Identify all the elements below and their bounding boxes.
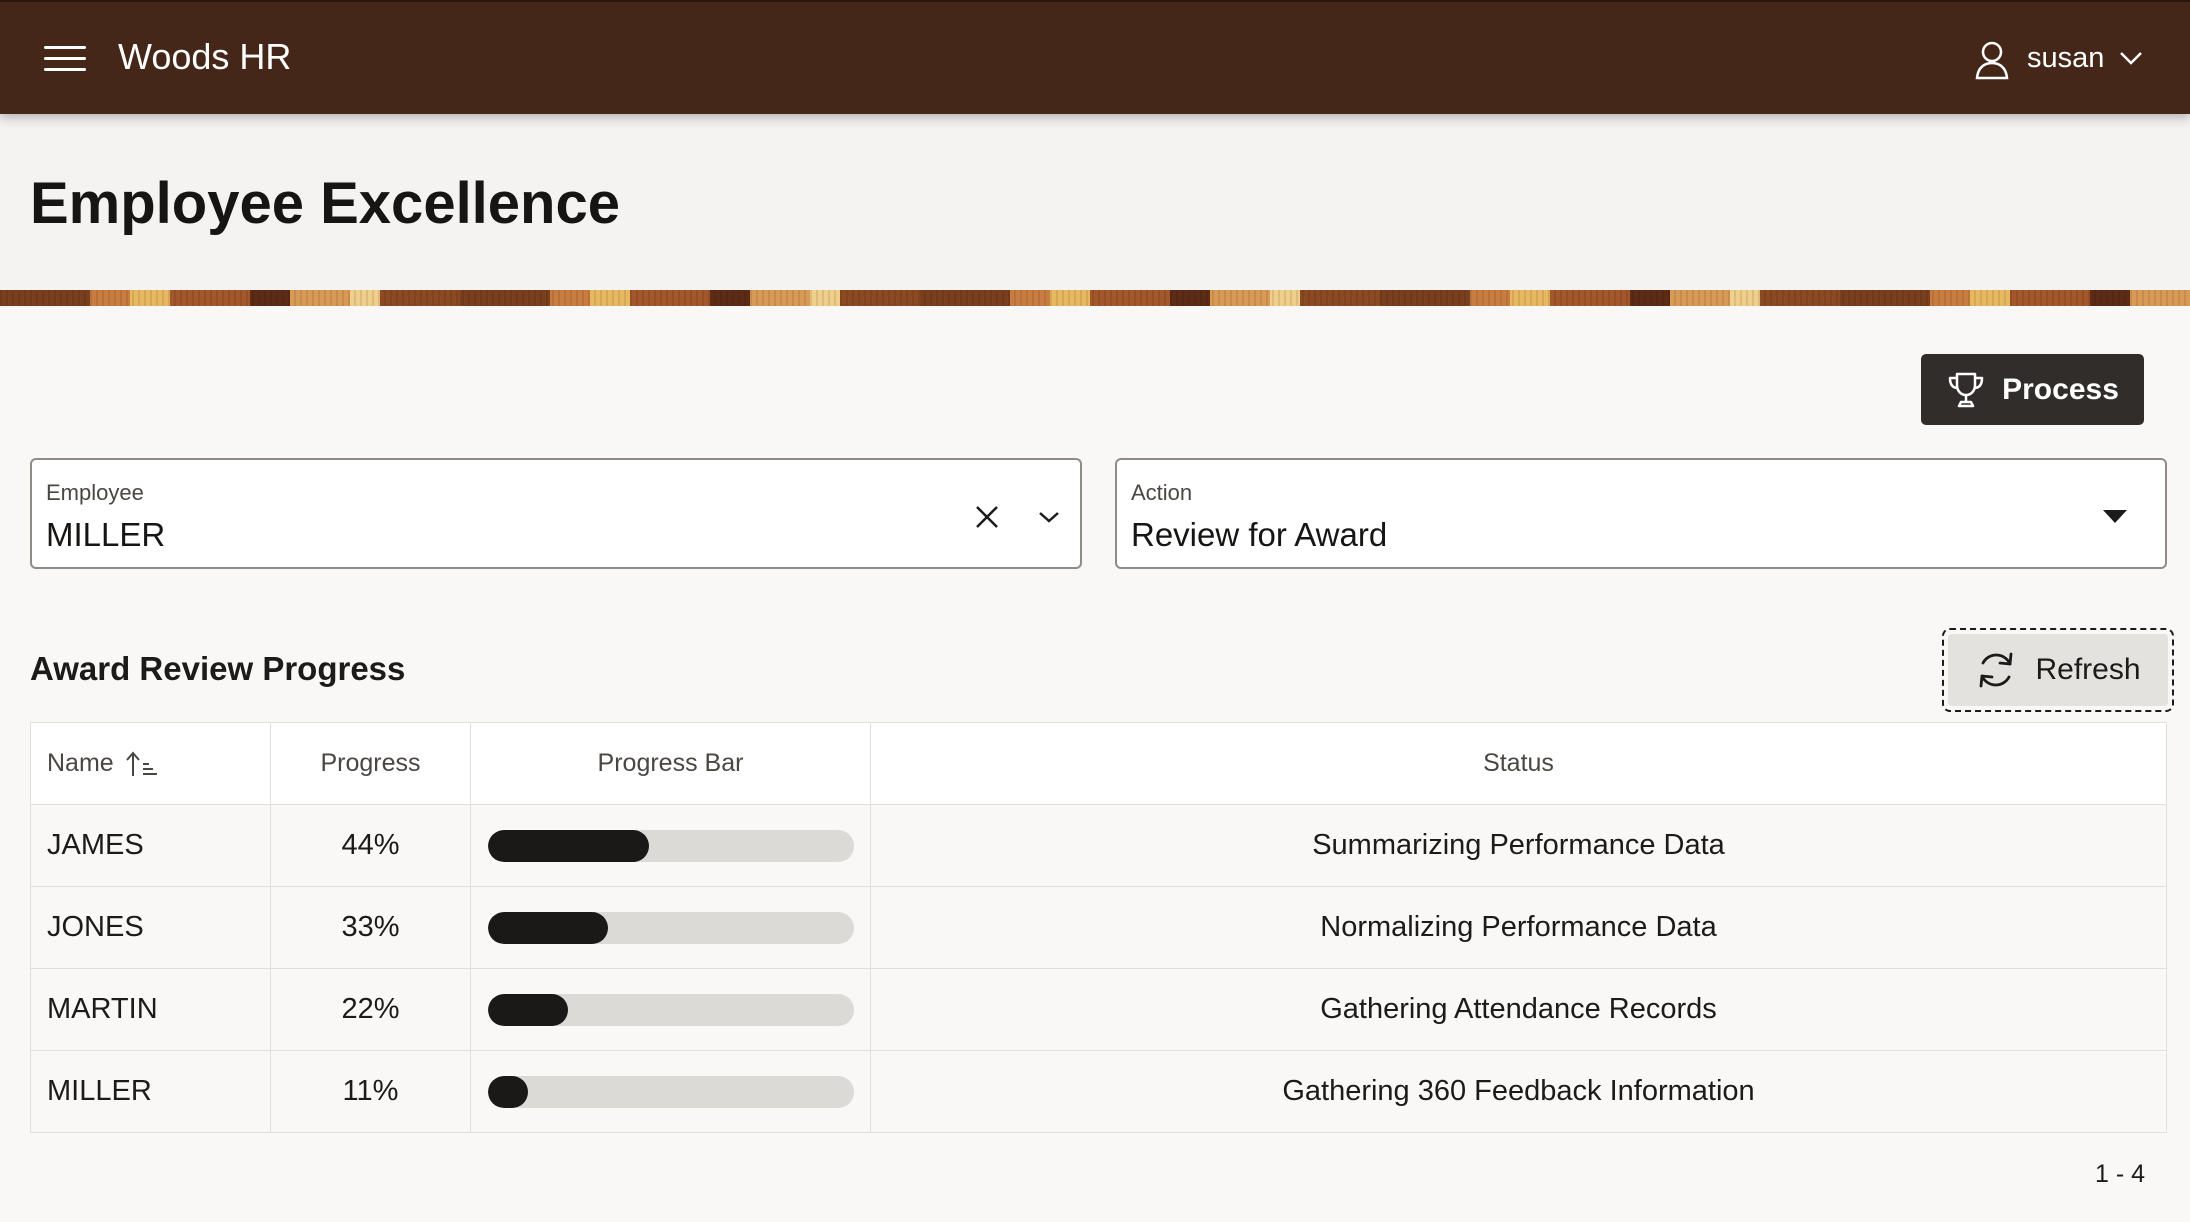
column-header-progress[interactable]: Progress	[270, 722, 471, 805]
refresh-button-label: Refresh	[2035, 653, 2141, 686]
cell-progress-bar	[470, 886, 871, 969]
cell-name: JONES	[30, 886, 271, 969]
section-title: Award Review Progress	[30, 650, 406, 687]
cell-progress-bar	[470, 804, 871, 887]
cell-name: MILLER	[30, 1050, 271, 1133]
app-title[interactable]: Woods HR	[118, 36, 291, 78]
cell-progress-bar	[470, 1050, 871, 1133]
cell-progress: 44%	[270, 804, 471, 887]
employee-field[interactable]: Employee MILLER	[30, 458, 1082, 569]
chevron-down-icon[interactable]	[1038, 510, 1060, 524]
process-button[interactable]: Process	[1921, 354, 2144, 425]
cell-progress: 11%	[270, 1050, 471, 1133]
title-region: Employee Excellence	[0, 114, 2190, 290]
progress-bar-fill	[487, 911, 609, 944]
process-button-label: Process	[2002, 372, 2119, 406]
progress-bar-track	[487, 911, 854, 944]
cell-status: Gathering Attendance Records	[870, 968, 2167, 1051]
action-select[interactable]: Action Review for Award	[1115, 458, 2167, 569]
trophy-icon	[1948, 372, 1984, 407]
table-row: MARTIN 22% Gathering Attendance Records	[30, 968, 2167, 1051]
user-icon[interactable]	[1974, 40, 2010, 80]
table-row: MILLER 11% Gathering 360 Feedback Inform…	[30, 1050, 2167, 1133]
award-progress-table: Name Progress Progress Bar Status JAMES …	[30, 722, 2167, 1133]
progress-bar-track	[487, 1075, 854, 1108]
caret-down-icon[interactable]	[2102, 508, 2128, 524]
sort-ascending-icon[interactable]	[125, 750, 159, 778]
column-header-name[interactable]: Name	[30, 722, 271, 805]
progress-bar-fill	[487, 993, 569, 1026]
action-select-label: Action	[1131, 480, 1193, 505]
decorative-banner	[0, 290, 2190, 306]
table-row: JAMES 44% Summarizing Performance Data	[30, 804, 2167, 887]
cell-status: Gathering 360 Feedback Information	[870, 1050, 2167, 1133]
page-title: Employee Excellence	[30, 171, 620, 236]
cell-progress-bar	[470, 968, 871, 1051]
app-header: Woods HR susan	[0, 0, 2190, 114]
action-select-value[interactable]: Review for Award	[1131, 516, 1387, 554]
table-header-row: Name Progress Progress Bar Status	[30, 722, 2167, 805]
column-header-status[interactable]: Status	[870, 722, 2167, 805]
user-name[interactable]: susan	[2027, 42, 2104, 75]
refresh-icon	[1980, 652, 2013, 688]
column-header-progress-bar[interactable]: Progress Bar	[470, 722, 871, 805]
table-row: JONES 33% Normalizing Performance Data	[30, 886, 2167, 969]
hamburger-menu-icon[interactable]	[44, 46, 86, 72]
cell-progress: 33%	[270, 886, 471, 969]
refresh-button[interactable]: Refresh	[1942, 628, 2174, 712]
cell-status: Summarizing Performance Data	[870, 804, 2167, 887]
employee-field-label: Employee	[46, 480, 144, 505]
progress-bar-track	[487, 993, 854, 1026]
cell-name: MARTIN	[30, 968, 271, 1051]
cell-progress: 22%	[270, 968, 471, 1051]
employee-field-value[interactable]: MILLER	[46, 516, 165, 554]
progress-bar-fill	[487, 1075, 528, 1108]
cell-status: Normalizing Performance Data	[870, 886, 2167, 969]
progress-bar-track	[487, 829, 854, 862]
cell-name: JAMES	[30, 804, 271, 887]
progress-bar-fill	[487, 829, 649, 862]
close-icon[interactable]	[974, 504, 1000, 530]
chevron-down-icon[interactable]	[2119, 50, 2143, 66]
pagination-range: 1 - 4	[2095, 1160, 2146, 1188]
